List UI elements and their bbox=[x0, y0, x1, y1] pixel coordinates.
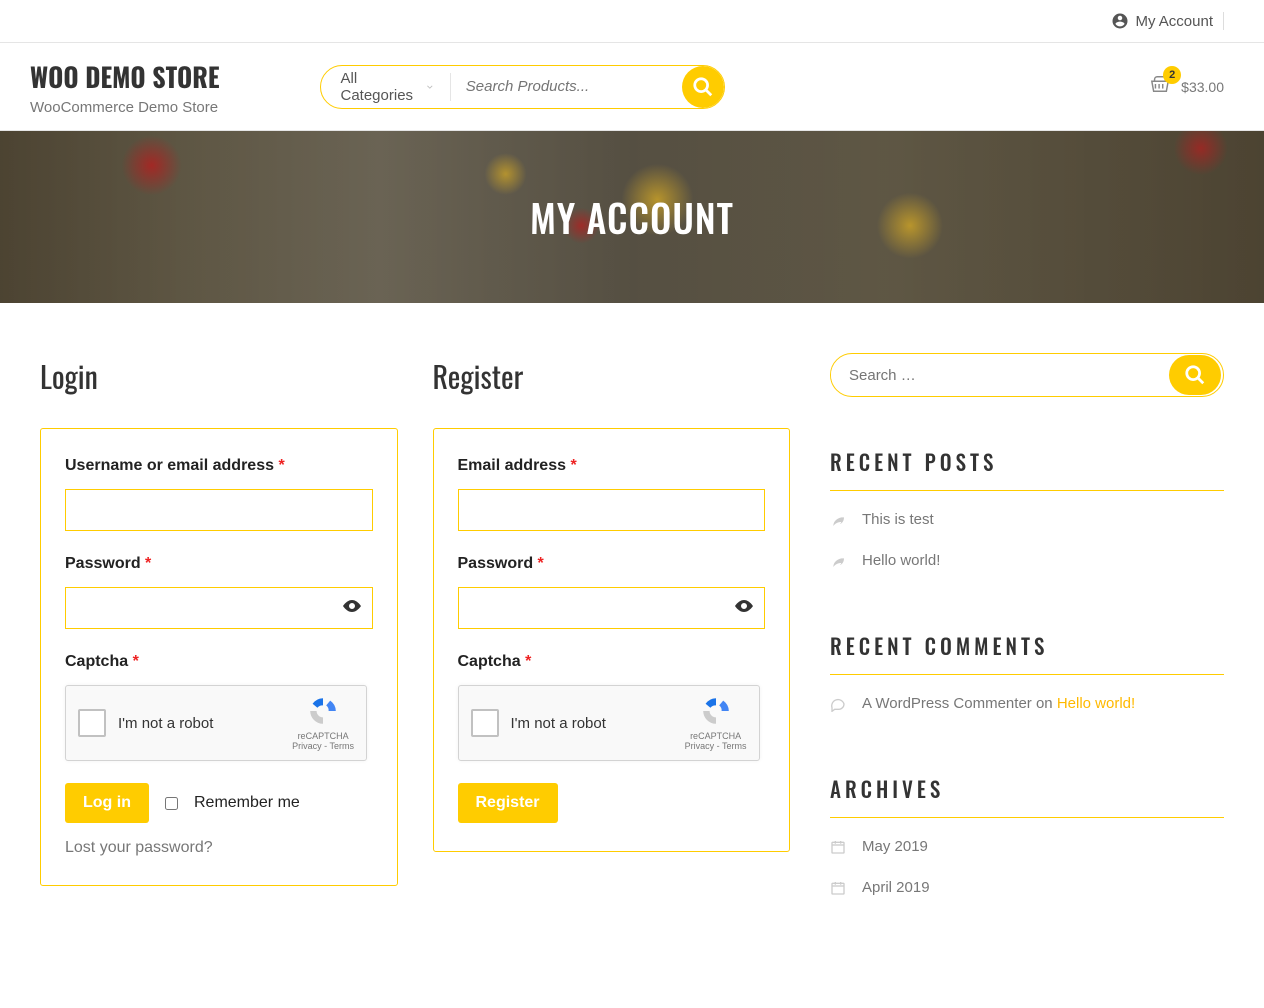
user-circle-icon bbox=[1111, 12, 1129, 30]
comment-post-link[interactable]: Hello world! bbox=[1057, 695, 1135, 712]
register-password-label: Password * bbox=[458, 555, 766, 573]
login-actions: Log in Remember me bbox=[65, 783, 373, 823]
register-recaptcha: I'm not a robot reCAPTCHA Privacy - Term… bbox=[458, 685, 760, 761]
login-heading: Login bbox=[40, 353, 398, 398]
toggle-password-icon[interactable] bbox=[343, 599, 361, 617]
archive-link[interactable]: May 2019 bbox=[862, 838, 928, 855]
toggle-password-icon[interactable] bbox=[735, 599, 753, 617]
recaptcha-brand: reCAPTCHA Privacy - Terms bbox=[685, 695, 747, 751]
post-link[interactable]: Hello world! bbox=[862, 552, 940, 569]
login-password-input[interactable] bbox=[65, 587, 373, 629]
site-title: WOO DEMO STORE bbox=[30, 57, 220, 96]
cart-total: $33.00 bbox=[1181, 79, 1224, 95]
category-label: All Categories bbox=[341, 70, 416, 104]
cart-link[interactable]: 2 $33.00 bbox=[1149, 74, 1224, 99]
login-password-label: Password * bbox=[65, 555, 373, 573]
recaptcha-checkbox[interactable] bbox=[471, 709, 499, 737]
search-input[interactable] bbox=[451, 78, 682, 95]
recaptcha-brand: reCAPTCHA Privacy - Terms bbox=[292, 695, 354, 751]
register-email-label: Email address * bbox=[458, 457, 766, 475]
topbar: My Account bbox=[0, 0, 1264, 43]
recent-posts-widget: RECENT POSTS This is test Hello world! bbox=[830, 447, 1224, 581]
register-column: Register Email address * Password * Capt… bbox=[433, 353, 791, 958]
register-submit-button[interactable]: Register bbox=[458, 783, 558, 823]
site-brand[interactable]: WOO DEMO STORE WooCommerce Demo Store bbox=[30, 57, 220, 116]
sidebar-search-button[interactable] bbox=[1169, 355, 1221, 395]
my-account-label: My Account bbox=[1135, 13, 1213, 30]
register-password-input[interactable] bbox=[458, 587, 766, 629]
login-username-label: Username or email address * bbox=[65, 457, 373, 475]
widget-title: RECENT COMMENTS bbox=[830, 631, 1224, 675]
chevron-down-icon bbox=[425, 81, 435, 93]
recaptcha-icon bbox=[307, 695, 339, 727]
login-column: Login Username or email address * Passwo… bbox=[40, 353, 398, 958]
leaf-icon bbox=[830, 512, 846, 528]
search-icon bbox=[692, 76, 714, 98]
recent-comments-widget: RECENT COMMENTS A WordPress Commenter on… bbox=[830, 631, 1224, 724]
login-username-input[interactable] bbox=[65, 489, 373, 531]
comment-author-link[interactable]: A WordPress Commenter bbox=[862, 695, 1032, 712]
login-recaptcha: I'm not a robot reCAPTCHA Privacy - Term… bbox=[65, 685, 367, 761]
recaptcha-checkbox[interactable] bbox=[78, 709, 106, 737]
search-icon bbox=[1184, 364, 1206, 386]
list-item: This is test bbox=[830, 499, 1224, 540]
main-content: Login Username or email address * Passwo… bbox=[0, 303, 1264, 1008]
list-item: Hello world! bbox=[830, 540, 1224, 581]
register-email-input[interactable] bbox=[458, 489, 766, 531]
recaptcha-icon bbox=[700, 695, 732, 727]
auth-columns: Login Username or email address * Passwo… bbox=[40, 353, 790, 958]
product-searchbar: All Categories bbox=[320, 65, 725, 109]
category-dropdown[interactable]: All Categories bbox=[321, 70, 451, 104]
sidebar: RECENT POSTS This is test Hello world! R… bbox=[830, 353, 1224, 958]
login-submit-button[interactable]: Log in bbox=[65, 783, 149, 823]
register-heading: Register bbox=[433, 353, 791, 398]
archives-widget: ARCHIVES May 2019 April 2019 bbox=[830, 774, 1224, 908]
comment-icon bbox=[830, 696, 846, 712]
recaptcha-text: I'm not a robot bbox=[511, 715, 685, 732]
my-account-link[interactable]: My Account bbox=[1111, 12, 1224, 30]
register-captcha-label: Captcha * bbox=[458, 653, 766, 671]
remember-me-label: Remember me bbox=[194, 794, 300, 812]
post-link[interactable]: This is test bbox=[862, 511, 934, 528]
list-item: A WordPress Commenter on Hello world! bbox=[830, 683, 1224, 724]
page-hero: MY ACCOUNT bbox=[0, 131, 1264, 303]
cart-count-badge: 2 bbox=[1163, 66, 1181, 84]
calendar-icon bbox=[830, 880, 846, 896]
page-title: MY ACCOUNT bbox=[530, 189, 734, 245]
list-item: April 2019 bbox=[830, 867, 1224, 908]
widget-title: RECENT POSTS bbox=[830, 447, 1224, 491]
sidebar-search bbox=[830, 353, 1224, 397]
login-form: Username or email address * Password * C… bbox=[40, 428, 398, 886]
list-item: May 2019 bbox=[830, 826, 1224, 867]
recaptcha-text: I'm not a robot bbox=[118, 715, 292, 732]
remember-me-checkbox[interactable] bbox=[165, 797, 178, 810]
archive-link[interactable]: April 2019 bbox=[862, 879, 930, 896]
sidebar-search-input[interactable] bbox=[831, 367, 1169, 384]
widget-title: ARCHIVES bbox=[830, 774, 1224, 818]
lost-password-link[interactable]: Lost your password? bbox=[65, 839, 213, 856]
register-form: Email address * Password * Captcha * I'm… bbox=[433, 428, 791, 852]
leaf-icon bbox=[830, 553, 846, 569]
basket-icon-wrap: 2 bbox=[1149, 74, 1171, 99]
login-captcha-label: Captcha * bbox=[65, 653, 373, 671]
search-button[interactable] bbox=[682, 66, 724, 108]
header: WOO DEMO STORE WooCommerce Demo Store Al… bbox=[0, 43, 1264, 131]
site-tagline: WooCommerce Demo Store bbox=[30, 99, 220, 116]
calendar-icon bbox=[830, 839, 846, 855]
